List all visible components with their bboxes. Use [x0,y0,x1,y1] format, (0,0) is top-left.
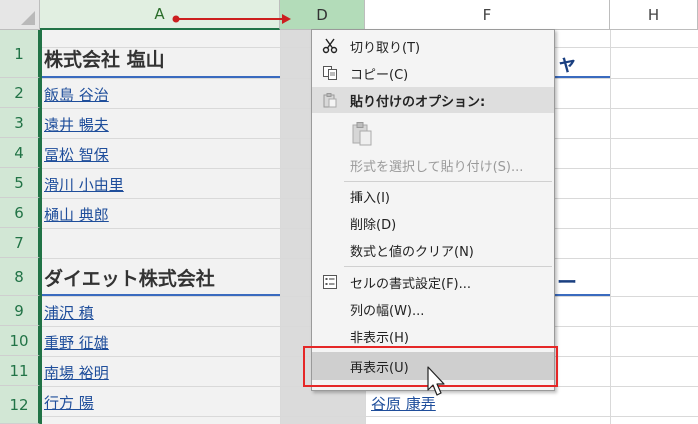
title-underline-8 [42,294,280,296]
cell-a8[interactable]: ダイエット株式会社 [44,264,215,291]
row-header-1[interactable]: 1 [0,30,40,78]
menu-item-insert[interactable]: 挿入(I) [312,183,554,209]
menu-item-column-width[interactable]: 列の幅(W)... [312,296,554,322]
row-8-label: 8 [14,267,24,286]
menu-item-cut[interactable]: 切り取り(T) [312,33,554,59]
spreadsheet: A D F H 1 2 3 4 5 6 7 8 9 10 11 12 株式会社 … [0,0,698,424]
cell-e1-fragment: ャ [557,51,577,75]
row-header-4[interactable]: 4 [0,138,40,168]
row-12-label: 12 [9,395,29,414]
row-1-label: 1 [14,44,24,63]
menu-label-cut: 切り取り(T) [350,40,421,56]
column-header-d[interactable]: D [280,0,365,30]
column-d-label: D [316,5,328,24]
cell-a1[interactable]: 株式会社 塩山 [44,45,165,72]
cell-a12[interactable]: 行方 陽 [44,392,94,413]
menu-label-insert: 挿入(I) [350,190,390,206]
column-header-h[interactable]: H [610,0,698,30]
cell-a3[interactable]: 遠井 暢夫 [44,114,109,135]
row-6-label: 6 [14,203,24,222]
menu-item-clear-contents[interactable]: 数式と値のクリア(N) [312,237,554,263]
cell-a5[interactable]: 滑川 小由里 [44,174,124,195]
menu-label-delete: 削除(D) [350,217,397,233]
menu-label-paste-options: 貼り付けのオプション: [350,94,486,110]
cell-a4[interactable]: 冨松 智保 [44,144,109,165]
row-2-label: 2 [14,83,24,102]
menu-label-hide: 非表示(H) [350,330,409,346]
row-header-8[interactable]: 8 [0,258,40,296]
column-a-label: A [154,5,165,23]
row-5-label: 5 [14,173,24,192]
format-cells-icon [320,272,340,292]
menu-label-paste-special: 形式を選択して貼り付け(S)... [350,159,524,175]
paste-option-button[interactable] [312,116,554,152]
row-9-label: 9 [14,301,24,320]
row-header-11[interactable]: 11 [0,356,40,386]
copy-icon [320,63,340,83]
menu-item-paste-special[interactable]: 形式を選択して貼り付け(S)... [312,152,554,178]
row-header-9[interactable]: 9 [0,296,40,326]
cell-a9[interactable]: 浦沢 稹 [44,302,94,323]
menu-separator [344,266,552,267]
cell-a6[interactable]: 樋山 典郎 [44,204,109,225]
column-f-label: F [482,5,492,24]
cell-a11[interactable]: 南場 裕明 [44,362,109,383]
row-3-label: 3 [14,113,24,132]
context-menu: 切り取り(T) コピー(C) 貼り付けのオプション: 形式を選択して貼り付け(S… [311,29,555,391]
row-header-12[interactable]: 12 [0,386,40,424]
hidden-columns-arrow-icon [172,14,291,24]
row-11-label: 11 [9,361,29,380]
title-underline-e1 [555,76,610,78]
title-underline-1 [42,76,280,78]
menu-item-copy[interactable]: コピー(C) [312,60,554,86]
row-header-7[interactable]: 7 [0,228,40,258]
column-a-left-border [40,30,42,424]
mouse-cursor-icon [427,366,445,396]
menu-label-copy: コピー(C) [350,67,409,83]
menu-separator [344,181,552,182]
cell-a2[interactable]: 飯島 谷治 [44,84,109,105]
row-header-5[interactable]: 5 [0,168,40,198]
scissors-icon [320,36,340,56]
column-h-label: H [647,5,660,24]
menu-item-format-cells[interactable]: セルの書式設定(F)... [312,269,554,295]
title-underline-e8 [555,294,610,296]
cell-e8-fragment: ー [557,270,577,294]
row-10-label: 10 [9,331,29,350]
menu-item-delete[interactable]: 削除(D) [312,210,554,236]
row-7-label: 7 [14,233,24,252]
paste-large-icon [350,120,374,148]
menu-label-column-width: 列の幅(W)... [350,303,425,319]
cell-a10[interactable]: 重野 征雄 [44,332,109,353]
menu-label-format-cells: セルの書式設定(F)... [350,276,472,292]
row-header-2[interactable]: 2 [0,78,40,108]
row-header-10[interactable]: 10 [0,326,40,356]
row-header-6[interactable]: 6 [0,198,40,228]
paste-icon [320,90,340,110]
row-4-label: 4 [14,143,24,162]
menu-section-paste-options: 貼り付けのオプション: [312,87,554,113]
menu-label-clear-contents: 数式と値のクリア(N) [350,244,474,260]
column-header-f[interactable]: F [365,0,610,30]
row-header-3[interactable]: 3 [0,108,40,138]
select-all-button[interactable] [0,0,40,30]
